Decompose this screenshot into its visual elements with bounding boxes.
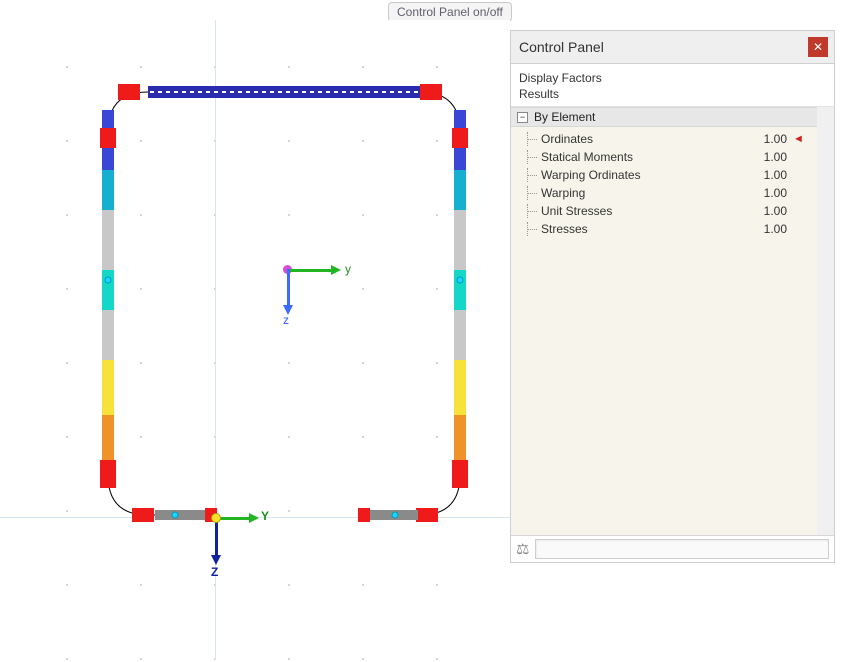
control-panel-toggle[interactable]: Control Panel on/off xyxy=(388,2,512,22)
factor-tree: − By Element Ordinates 1.00 ◄ Statical M… xyxy=(511,107,817,535)
footer-input[interactable] xyxy=(535,539,829,559)
panel-footer: ⚖ xyxy=(511,535,834,562)
tree-connector-icon xyxy=(521,222,541,236)
axis-Y-global-label: Y xyxy=(261,509,269,523)
row-value[interactable]: 1.00 xyxy=(743,132,793,146)
axis-y-local-icon xyxy=(287,269,333,272)
close-icon: ✕ xyxy=(813,40,823,54)
row-ordinates[interactable]: Ordinates 1.00 ◄ xyxy=(521,130,807,148)
row-label: Ordinates xyxy=(541,132,743,146)
axis-y-local-label: y xyxy=(345,262,351,276)
row-label: Stresses xyxy=(541,222,743,236)
tree-connector-icon xyxy=(521,204,541,218)
axis-z-local-icon xyxy=(287,269,290,307)
tree-connector-icon xyxy=(521,168,541,182)
global-origin-dot-icon xyxy=(211,513,221,523)
row-unit-stresses[interactable]: Unit Stresses 1.00 xyxy=(521,202,807,220)
row-value[interactable]: 1.00 xyxy=(743,168,793,182)
group-rows: Ordinates 1.00 ◄ Statical Moments 1.00 W… xyxy=(511,127,817,244)
tree-connector-icon xyxy=(521,132,541,146)
close-button[interactable]: ✕ xyxy=(808,37,828,57)
tree-connector-icon xyxy=(521,186,541,200)
panel-title: Control Panel xyxy=(519,39,604,55)
group-label: By Element xyxy=(534,110,595,124)
expander-icon[interactable]: − xyxy=(517,112,528,123)
row-stresses[interactable]: Stresses 1.00 xyxy=(521,220,807,238)
row-label: Warping Ordinates xyxy=(541,168,743,182)
row-label: Unit Stresses xyxy=(541,204,743,218)
tree-connector-icon xyxy=(521,150,541,164)
row-statical-moments[interactable]: Statical Moments 1.00 xyxy=(521,148,807,166)
row-value[interactable]: 1.00 xyxy=(743,204,793,218)
row-value[interactable]: 1.00 xyxy=(743,186,793,200)
row-value[interactable]: 1.00 xyxy=(743,150,793,164)
control-panel: Control Panel ✕ Display Factors Results … xyxy=(510,30,835,563)
row-warping[interactable]: Warping 1.00 xyxy=(521,184,807,202)
model-viewport[interactable]: y z Y Z xyxy=(0,20,510,660)
balance-icon[interactable]: ⚖ xyxy=(516,540,529,558)
axis-z-local-label: z xyxy=(283,313,289,327)
active-marker-icon: ◄ xyxy=(793,133,807,145)
tab-results[interactable]: Results xyxy=(519,86,834,102)
row-label: Statical Moments xyxy=(541,150,743,164)
axis-Z-global-icon xyxy=(215,517,218,557)
scrollbar[interactable] xyxy=(817,107,834,535)
row-label: Warping xyxy=(541,186,743,200)
panel-tabs: Display Factors Results xyxy=(511,64,834,107)
panel-header[interactable]: Control Panel ✕ xyxy=(511,31,834,64)
section-profile xyxy=(0,20,510,660)
tab-display-factors[interactable]: Display Factors xyxy=(519,70,834,86)
row-warping-ordinates[interactable]: Warping Ordinates 1.00 xyxy=(521,166,807,184)
group-by-element[interactable]: − By Element xyxy=(511,107,817,127)
row-value[interactable]: 1.00 xyxy=(743,222,793,236)
axis-Z-global-label: Z xyxy=(211,565,218,579)
